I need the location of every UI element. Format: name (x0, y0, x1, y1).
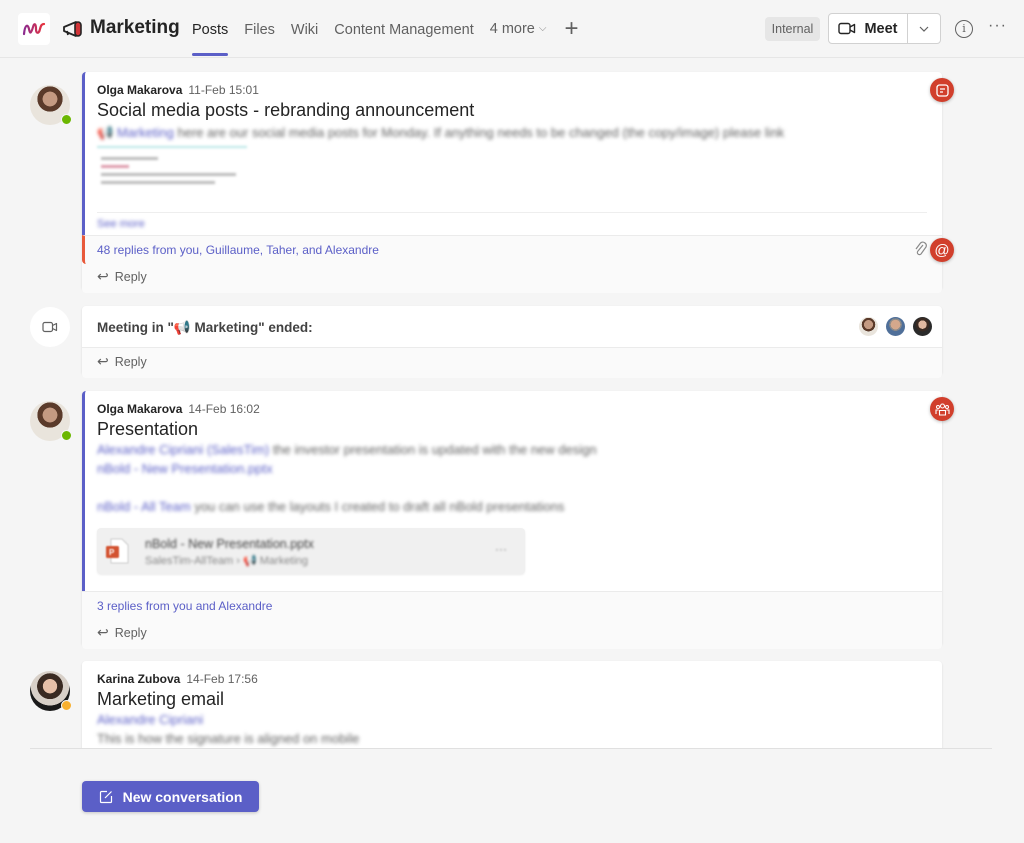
new-conversation-label: New conversation (122, 788, 243, 805)
post-author[interactable]: Olga Makarova (97, 83, 182, 97)
more-options-icon[interactable]: ··· (988, 17, 1007, 35)
post-content: Olga Makarova 11-Feb 15:01 Social media p… (82, 72, 942, 235)
app-logo-icon[interactable] (18, 13, 50, 45)
see-more-link[interactable]: See more (97, 215, 942, 234)
post-body-line: nBold - All Team you can use the layouts… (97, 497, 942, 516)
add-tab-button[interactable]: + (564, 1, 578, 57)
team-badge-icon (930, 397, 954, 421)
body-text: here are our social media posts for Mond… (177, 125, 785, 140)
attachment-name: nBold - New Presentation.pptx (145, 537, 314, 551)
body-text: you can use the layouts I created to dra… (194, 499, 565, 514)
reply-label: Reply (114, 625, 147, 640)
post-timestamp: 14-Feb 16:02 (188, 402, 260, 416)
post-body-text: 📢 Marketing here are our social media po… (97, 123, 942, 142)
file-attachment-card[interactable]: P nBold - New Presentation.pptx SalesTim… (97, 528, 525, 574)
tab-content-management[interactable]: Content Management (334, 0, 473, 58)
replies-link[interactable]: 48 replies from you, Guillaume, Taher, a… (85, 236, 942, 264)
mention-badge-icon: @ (930, 238, 954, 262)
meet-button-group: Meet (828, 13, 941, 44)
post-subject: Social media posts - rebranding announce… (97, 100, 475, 120)
note-badge-icon (930, 78, 954, 102)
post-content: Karina Zubova 14-Feb 17:56 Marketing emai… (82, 661, 942, 748)
post-presentation: Olga Makarova 14-Feb 16:02 Presentation A… (82, 391, 942, 649)
compose-icon (99, 790, 112, 803)
meeting-ended-text: Meeting in "📢 Marketing" ended: (97, 320, 313, 335)
video-camera-icon (838, 22, 856, 35)
post-subject: Marketing email (97, 689, 225, 709)
new-conversation-button[interactable]: New conversation (82, 781, 259, 812)
user-mention[interactable]: Alexandre Cipriani (SalesTim) (97, 442, 269, 457)
team-name: Marketing (90, 17, 180, 38)
attachment-location: SalesTim-AllTeam › 📢 Marketing (145, 555, 309, 567)
post-social-media: Olga Makarova 11-Feb 15:01 Social media p… (82, 72, 942, 293)
channel-tabs: Posts Files Wiki Content Management 4 mo… (192, 0, 578, 58)
meet-button[interactable]: Meet (829, 14, 908, 43)
post-timestamp: 11-Feb 15:01 (188, 83, 259, 97)
paperclip-icon (915, 241, 927, 256)
post-meeting-ended: Meeting in "📢 Marketing" ended: ↩ Reply (82, 306, 942, 378)
conversation-feed: Olga Makarova 11-Feb 15:01 Social media p… (0, 58, 1024, 748)
post-footer: 48 replies from you, Guillaume, Taher, a… (82, 235, 942, 264)
reply-button[interactable]: ↩ Reply (82, 620, 942, 649)
reply-button[interactable]: ↩ Reply (82, 264, 942, 293)
user-mention[interactable]: Alexandre Cipriani (97, 710, 942, 729)
sensitivity-badge: Internal (765, 17, 820, 41)
post-meta: Olga Makarova 11-Feb 15:01 (97, 83, 942, 97)
reply-button[interactable]: ↩ Reply (82, 347, 942, 378)
post-meta: Karina Zubova 14-Feb 17:56 (97, 672, 942, 686)
participant-avatar[interactable] (886, 317, 905, 336)
tab-posts[interactable]: Posts (192, 0, 229, 58)
post-author[interactable]: Karina Zubova (97, 672, 180, 686)
image-preview[interactable] (97, 146, 247, 206)
feed-divider (30, 748, 992, 749)
tab-more-label: 4 more (489, 21, 535, 37)
replies-link[interactable]: 3 replies from you and Alexandre (82, 592, 942, 620)
reply-arrow-icon: ↩ (97, 353, 109, 369)
reply-label: Reply (114, 354, 147, 369)
participant-avatar[interactable] (913, 317, 932, 336)
reply-arrow-icon: ↩ (97, 624, 109, 640)
post-content: Olga Makarova 14-Feb 16:02 Presentation A… (82, 391, 942, 591)
chevron-down-icon (919, 26, 929, 32)
post-author[interactable]: Olga Makarova (97, 402, 182, 416)
svg-text:P: P (109, 548, 115, 557)
post-meta: Olga Makarova 14-Feb 16:02 (97, 402, 942, 416)
tab-more[interactable]: 4 more ⌵ (490, 0, 547, 58)
post-timestamp: 14-Feb 17:56 (186, 672, 258, 686)
info-icon[interactable]: i (955, 20, 973, 38)
post-marketing-email: Karina Zubova 14-Feb 17:56 Marketing emai… (82, 661, 942, 748)
team-mention[interactable]: nBold - All Team (97, 499, 191, 514)
tab-files[interactable]: Files (244, 0, 275, 58)
megaphone-icon (63, 21, 82, 37)
chevron-down-icon: ⌵ (538, 23, 547, 34)
participant-avatar[interactable] (859, 317, 878, 336)
presence-away-icon (61, 700, 72, 711)
meeting-icon-circle (30, 307, 70, 347)
powerpoint-file-icon: P (106, 538, 129, 564)
post-footer: 3 replies from you and Alexandre ↩ Reply (82, 591, 942, 649)
channel-mention[interactable]: Marketing (117, 125, 174, 140)
attachment-more-icon[interactable]: ··· (495, 542, 507, 556)
video-camera-icon (42, 321, 58, 333)
post-subject: Presentation (97, 419, 199, 439)
reply-arrow-icon: ↩ (97, 268, 109, 284)
channel-header: Marketing Posts Files Wiki Content Manag… (0, 0, 1024, 58)
tab-wiki[interactable]: Wiki (291, 0, 318, 58)
reply-label: Reply (114, 269, 147, 284)
presence-available-icon (61, 430, 72, 441)
file-link[interactable]: nBold - New Presentation.pptx (97, 459, 942, 478)
meet-label: Meet (864, 20, 898, 37)
body-text: the investor presentation is updated wit… (272, 442, 597, 457)
meet-dropdown-button[interactable] (908, 14, 940, 43)
presence-available-icon (61, 114, 72, 125)
post-body-line: Alexandre Cipriani (SalesTim) the invest… (97, 440, 942, 459)
meeting-participants (859, 317, 932, 336)
body-text: This is how the signature is aligned on … (97, 731, 360, 746)
megaphone-icon: 📢 (97, 125, 114, 140)
